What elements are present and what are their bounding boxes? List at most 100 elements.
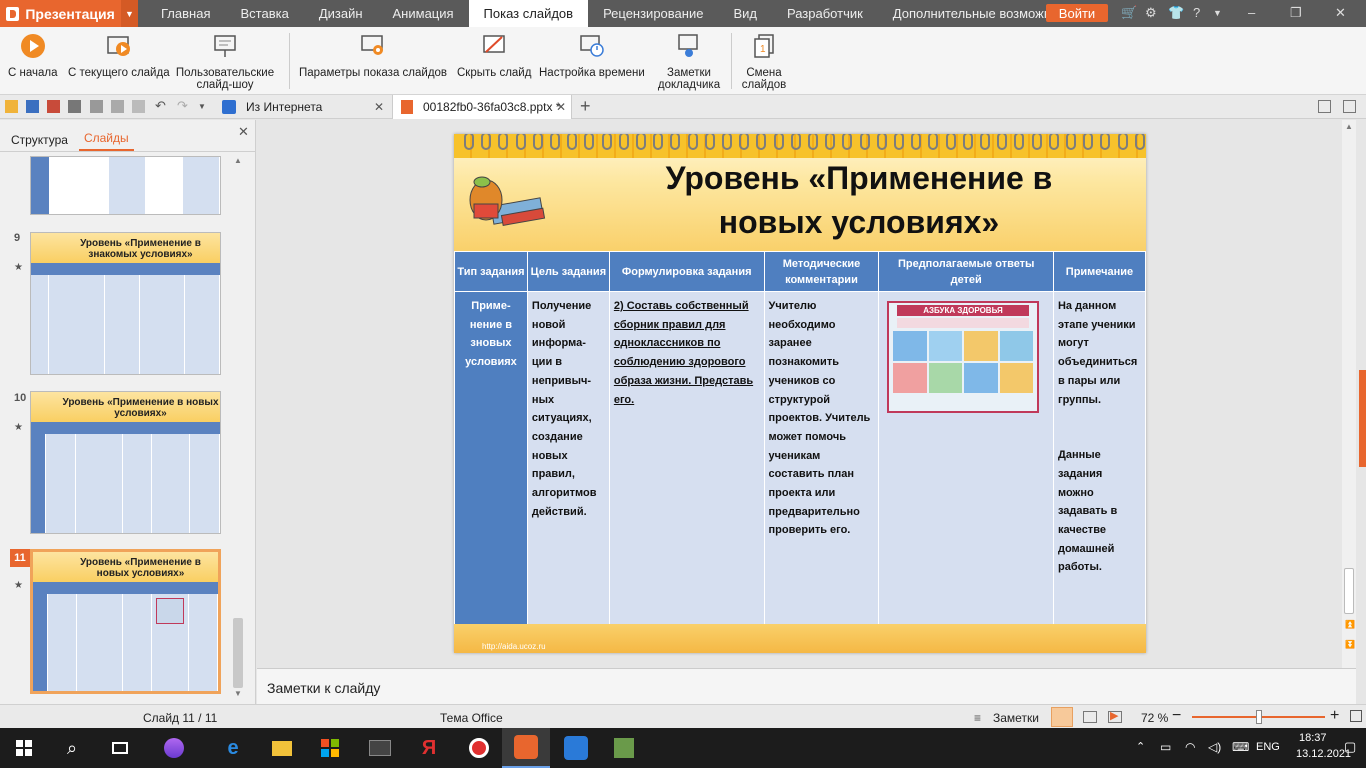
rehearse-timings-button[interactable]: Настройка времени — [539, 33, 645, 79]
wps-presentation-icon[interactable] — [502, 728, 550, 768]
table-cell-goal[interactable]: Получение новой информа- ции в непривыч-… — [526, 291, 610, 625]
task-view-icon[interactable] — [96, 728, 144, 768]
normal-view-button[interactable] — [1051, 707, 1073, 727]
minimize-icon[interactable]: – — [1248, 5, 1255, 20]
table-cell-comments[interactable]: Учителю необходимо заранее познакомить у… — [763, 291, 880, 625]
file-explorer-icon[interactable] — [258, 728, 306, 768]
window-mode-icon[interactable] — [1343, 100, 1356, 113]
table-header-cell[interactable]: Цель задания — [526, 251, 610, 292]
table-header-cell[interactable]: Методические комментарии — [763, 251, 880, 292]
zoom-slider[interactable] — [1192, 710, 1325, 724]
editor-scrollbar[interactable]: ▲ ⏫ ⏬ — [1342, 120, 1356, 668]
chevron-up-icon[interactable]: ▲ — [1345, 122, 1353, 131]
slide-canvas[interactable]: Уровень «Применение в новых условиях» Ти… — [454, 134, 1146, 653]
clock-time[interactable]: 18:37 — [1299, 732, 1327, 744]
windows-start-icon[interactable] — [0, 728, 48, 768]
language-indicator[interactable]: ENG — [1256, 741, 1280, 753]
menu-view[interactable]: Вид — [718, 0, 772, 27]
hand-icon[interactable] — [132, 100, 145, 113]
app-icon[interactable] — [600, 728, 648, 768]
next-slide-icon[interactable]: ⏬ — [1345, 640, 1355, 649]
table-cell-type[interactable]: Приме- нение в зновых условиях — [454, 291, 528, 625]
notes-toggle[interactable]: Заметки — [993, 711, 1039, 725]
slide-thumbnail-9[interactable]: Уровень «Применение в знакомых условиях» — [30, 232, 221, 375]
chevron-up-icon[interactable]: ⌃ — [1136, 740, 1145, 753]
open-folder-icon[interactable] — [5, 100, 18, 113]
chevron-down-icon[interactable]: ▼ — [1213, 8, 1222, 18]
network-icon[interactable]: ▭ — [1160, 740, 1171, 754]
chevron-down-icon[interactable]: ▼ — [234, 689, 242, 698]
switch-slides-button[interactable]: 1 Смена слайдов — [741, 33, 787, 91]
print-icon[interactable] — [68, 100, 81, 113]
chevron-down-icon[interactable]: ▼ — [120, 0, 138, 27]
menu-review[interactable]: Рецензирование — [588, 0, 718, 27]
slide-sorter-button[interactable] — [1083, 711, 1097, 723]
previous-slide-icon[interactable]: ⏫ — [1345, 620, 1355, 629]
menu-home[interactable]: Главная — [146, 0, 225, 27]
help-icon[interactable]: ? — [1193, 5, 1200, 20]
volume-icon[interactable]: ◁) — [1208, 740, 1221, 754]
wifi-icon[interactable]: ◠ — [1185, 740, 1195, 754]
table-cell-task[interactable]: 2) Составь собственный сборник правил дл… — [608, 291, 765, 625]
close-icon[interactable]: ✕ — [374, 100, 384, 114]
menu-insert[interactable]: Вставка — [225, 0, 303, 27]
close-icon[interactable]: ✕ — [238, 124, 249, 140]
tab-internet[interactable]: Из Интернета ✕ — [214, 95, 392, 119]
pane-scrollbar[interactable]: ▲ ▼ — [231, 156, 245, 700]
yandex-icon[interactable]: Я — [405, 728, 453, 768]
pane-scroll-thumb[interactable] — [233, 618, 243, 688]
print-preview-icon[interactable] — [90, 100, 103, 113]
chevron-up-icon[interactable]: ▲ — [234, 156, 242, 165]
slide-title[interactable]: Уровень «Применение в новых условиях» — [614, 156, 1104, 244]
side-panel-handle[interactable] — [1359, 370, 1366, 467]
zoom-slider-thumb[interactable] — [1255, 710, 1262, 724]
table-header-cell[interactable]: Предполагаемые ответы детей — [878, 251, 1054, 292]
search-icon[interactable]: ⌕ — [48, 728, 96, 768]
slide-thumbnail-10[interactable]: Уровень «Применение в новых условиях» — [30, 391, 221, 534]
table-header-cell[interactable]: Примечание — [1052, 251, 1146, 292]
asus-icon[interactable] — [356, 728, 404, 768]
clock-date[interactable]: 13.12.2021 — [1296, 748, 1351, 760]
table-header-cell[interactable]: Формулировка задания — [608, 251, 765, 292]
zoom-out-icon[interactable]: − — [1172, 707, 1181, 725]
tab-structure[interactable]: Структура — [6, 133, 73, 151]
undo-icon[interactable]: ↶ — [155, 98, 168, 113]
menu-animation[interactable]: Анимация — [378, 0, 469, 27]
menu-slideshow[interactable]: Показ слайдов — [468, 0, 589, 27]
format-painter-icon[interactable] — [111, 100, 124, 113]
restore-icon[interactable]: ❐ — [1290, 5, 1302, 21]
custom-show-button[interactable]: Пользовательские слайд-шоу — [176, 33, 274, 91]
app-menu-button[interactable]: Презентация ▼ — [0, 0, 138, 27]
play-slideshow-icon[interactable]: ▶ — [1110, 709, 1118, 722]
slide-table[interactable]: Тип задания Цель задания Формулировка за… — [454, 251, 1146, 625]
slide-thumbnail-11[interactable]: Уровень «Применение в новых условиях» — [30, 549, 221, 694]
from-start-button[interactable]: С начала — [8, 33, 58, 79]
yandex-browser-icon[interactable] — [455, 728, 503, 768]
close-icon[interactable]: ✕ — [556, 100, 566, 114]
new-tab-icon[interactable]: + — [580, 96, 591, 117]
slide-notes[interactable]: Заметки к слайду — [257, 668, 1356, 704]
from-current-button[interactable]: С текущего слайда — [68, 33, 170, 79]
shirt-icon[interactable]: 👕 — [1168, 5, 1184, 21]
fit-to-window-icon[interactable] — [1350, 710, 1362, 722]
keyboard-icon[interactable]: ⌨ — [1232, 740, 1249, 754]
tab-slides[interactable]: Слайды — [78, 131, 134, 151]
menu-design[interactable]: Дизайн — [304, 0, 378, 27]
settings-icon[interactable]: ⚙ — [1145, 5, 1157, 21]
slide-thumbnail-8[interactable] — [30, 156, 221, 215]
close-icon[interactable]: ✕ — [1335, 5, 1346, 21]
hide-slide-button[interactable]: Скрыть слайд — [457, 33, 531, 79]
redo-icon[interactable]: ↷ — [177, 98, 190, 113]
save-icon[interactable] — [26, 100, 39, 113]
tab-document[interactable]: 00182fb0-36fa03c8.pptx * ✕ — [392, 95, 572, 119]
table-cell-notes[interactable]: На данном этапе ученики могут объединить… — [1052, 291, 1146, 625]
alice-assistant-icon[interactable] — [150, 728, 198, 768]
health-poster-image[interactable]: АЗБУКА ЗДОРОВЬЯ — [887, 301, 1039, 413]
window-mode-icon[interactable] — [1318, 100, 1331, 113]
show-settings-button[interactable]: Параметры показа слайдов — [299, 33, 447, 79]
zoom-level[interactable]: 72 % — [1141, 711, 1168, 725]
login-button[interactable]: Войти — [1046, 4, 1108, 22]
store-icon[interactable] — [306, 728, 354, 768]
table-header-cell[interactable]: Тип задания — [454, 251, 528, 292]
edge-browser-icon[interactable]: e — [209, 728, 257, 768]
